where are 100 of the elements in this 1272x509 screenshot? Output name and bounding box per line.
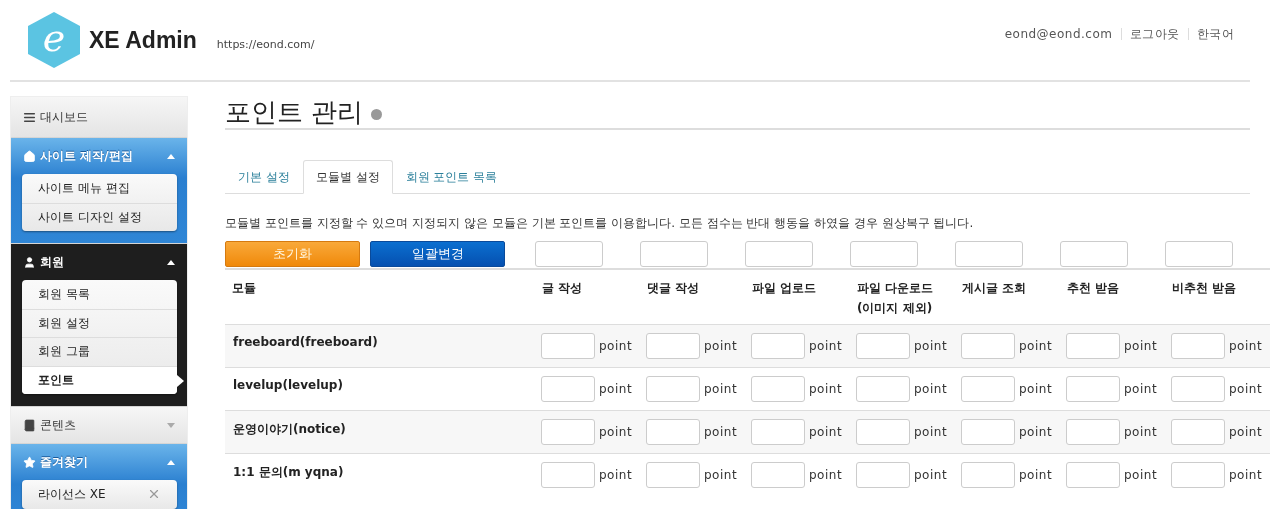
input-field[interactable] bbox=[1066, 419, 1120, 445]
home-icon bbox=[23, 149, 36, 163]
input-field[interactable] bbox=[646, 333, 700, 359]
input-field[interactable] bbox=[1171, 419, 1225, 445]
module-name: freeboard(freeboard) bbox=[232, 334, 379, 351]
unit-label: point bbox=[704, 339, 738, 353]
tab[interactable]: 모듈별 설정 bbox=[302, 160, 393, 194]
column-header: 글 작성 bbox=[541, 280, 584, 297]
column-header: 댓글 작성 bbox=[646, 280, 701, 297]
unit-label: point bbox=[704, 382, 738, 396]
input-field[interactable] bbox=[646, 376, 700, 402]
input-field[interactable] bbox=[541, 376, 595, 402]
input-field[interactable] bbox=[955, 241, 1023, 267]
header-link[interactable]: eond@eond.com bbox=[1004, 27, 1113, 41]
input-field[interactable] bbox=[541, 333, 595, 359]
input-field[interactable] bbox=[751, 419, 805, 445]
input-field[interactable] bbox=[751, 376, 805, 402]
tab[interactable]: 회원 포인트 목록 bbox=[392, 160, 511, 194]
input-field[interactable] bbox=[856, 376, 910, 402]
unit-label: point bbox=[599, 382, 633, 396]
input-field[interactable] bbox=[850, 241, 918, 267]
input-field[interactable] bbox=[961, 333, 1015, 359]
unit-label: point bbox=[1019, 468, 1053, 482]
unit-label: point bbox=[1229, 382, 1263, 396]
unit-label: point bbox=[704, 468, 738, 482]
unit-label: point bbox=[1124, 382, 1158, 396]
sidebar-group[interactable]: 회원 bbox=[11, 244, 187, 280]
unit-label: point bbox=[704, 425, 738, 439]
unit-label: point bbox=[599, 339, 633, 353]
header-link[interactable]: 한국어 bbox=[1196, 25, 1234, 43]
sidebar-item[interactable]: 회원 목록 bbox=[22, 280, 177, 309]
unit-label: point bbox=[809, 468, 843, 482]
help-icon[interactable] bbox=[371, 108, 383, 120]
column-header: 비추천 받음 bbox=[1171, 280, 1238, 297]
user-icon bbox=[23, 255, 36, 269]
input-field[interactable] bbox=[535, 241, 603, 267]
unit-label: point bbox=[1124, 339, 1158, 353]
input-field[interactable] bbox=[541, 419, 595, 445]
unit-label: point bbox=[809, 339, 843, 353]
input-field[interactable] bbox=[856, 333, 910, 359]
input-field[interactable] bbox=[1060, 241, 1128, 267]
module-name: 1:1 문의(m yqna) bbox=[232, 464, 345, 481]
input-field[interactable] bbox=[1066, 333, 1120, 359]
input-field[interactable] bbox=[646, 462, 700, 488]
unit-label: point bbox=[809, 382, 843, 396]
site-url: https://eond.com/ bbox=[216, 37, 315, 51]
input-field[interactable] bbox=[856, 462, 910, 488]
pointer-icon bbox=[177, 374, 184, 387]
unit-label: point bbox=[599, 425, 633, 439]
input-field[interactable] bbox=[745, 241, 813, 267]
unit-label: point bbox=[809, 425, 843, 439]
header-link[interactable]: 로그아웃 bbox=[1129, 25, 1180, 43]
sidebar-item[interactable]: 사이트 디자인 설정 bbox=[22, 202, 177, 231]
input-field[interactable] bbox=[961, 376, 1015, 402]
input-field[interactable] bbox=[1171, 376, 1225, 402]
input-field[interactable] bbox=[1171, 333, 1225, 359]
sidebar-item[interactable]: 사이트 메뉴 편집 bbox=[22, 174, 177, 203]
sidebar-item[interactable]: 회원 설정 bbox=[22, 308, 177, 337]
unit-label: point bbox=[914, 468, 948, 482]
sidebar-item[interactable]: 라이선스 XE bbox=[22, 480, 177, 509]
unit-label: point bbox=[1124, 468, 1158, 482]
site-title: XE Admin bbox=[89, 26, 197, 54]
input-field[interactable] bbox=[541, 462, 595, 488]
unit-label: point bbox=[1229, 468, 1263, 482]
tab[interactable]: 기본 설정 bbox=[225, 160, 303, 194]
list-icon bbox=[23, 110, 36, 124]
module-name: levelup(levelup) bbox=[232, 377, 344, 394]
sidebar-group[interactable]: 콘텐츠 bbox=[11, 407, 187, 443]
input-field[interactable] bbox=[1165, 241, 1233, 267]
sidebar-group[interactable]: 대시보드 bbox=[11, 97, 187, 137]
unit-label: point bbox=[914, 425, 948, 439]
input-field[interactable] bbox=[1171, 462, 1225, 488]
column-header: 파일 다운로드 (이미지 제외) bbox=[856, 280, 935, 317]
unit-label: point bbox=[1124, 425, 1158, 439]
input-field[interactable] bbox=[961, 419, 1015, 445]
unit-label: point bbox=[1019, 339, 1053, 353]
unit-label: point bbox=[914, 339, 948, 353]
unit-label: point bbox=[1019, 382, 1053, 396]
input-field[interactable] bbox=[646, 419, 700, 445]
input-field[interactable] bbox=[856, 419, 910, 445]
input-field[interactable] bbox=[640, 241, 708, 267]
logo: e bbox=[28, 12, 80, 68]
input-field[interactable] bbox=[751, 462, 805, 488]
module-name: 운영이야기(notice) bbox=[232, 421, 347, 438]
input-field[interactable] bbox=[751, 333, 805, 359]
column-header: 파일 업로드 bbox=[751, 280, 818, 297]
column-header: 추천 받음 bbox=[1066, 280, 1121, 297]
description: 모듈별 포인트를 지정할 수 있으며 지정되지 않은 모듈은 기본 포인트를 이용합니다. 모든 점수는 반대 행동을 하였을 경우 원상복구 됩니다. bbox=[225, 215, 975, 232]
input-field[interactable] bbox=[1066, 462, 1120, 488]
page-title: 포인트 관리 bbox=[225, 95, 364, 129]
column-header: 게시글 조회 bbox=[961, 280, 1028, 297]
unit-label: point bbox=[1019, 425, 1053, 439]
unit-label: point bbox=[599, 468, 633, 482]
apply-button[interactable]: 일괄변경 bbox=[370, 241, 505, 267]
input-field[interactable] bbox=[961, 462, 1015, 488]
book-icon bbox=[23, 418, 36, 432]
input-field[interactable] bbox=[1066, 376, 1120, 402]
star-icon bbox=[23, 455, 36, 469]
sidebar-item[interactable]: 회원 그룹 bbox=[22, 337, 177, 366]
unit-label: point bbox=[1229, 339, 1263, 353]
